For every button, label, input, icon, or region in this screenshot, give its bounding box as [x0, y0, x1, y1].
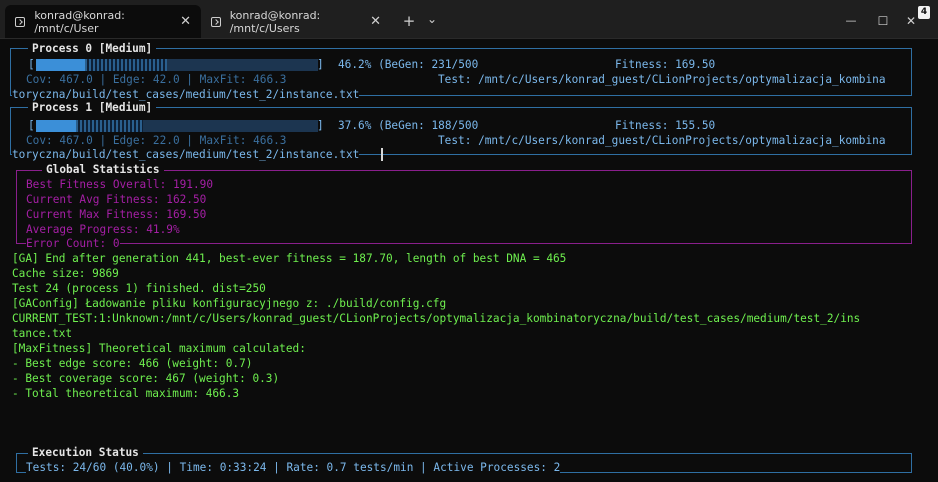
process-0-fitness: Fitness: 169.50	[615, 58, 716, 71]
progress-fill	[38, 120, 76, 132]
text-cursor	[381, 148, 383, 161]
process-1-fitness: Fitness: 155.50	[615, 119, 716, 132]
bar-open: [	[28, 58, 35, 71]
process-0-test-path-cont: toryczna/build/test_cases/medium/test_2/…	[12, 87, 360, 102]
maximize-button[interactable]: ☐	[868, 8, 898, 34]
bar-close: ]	[317, 119, 324, 132]
notification-badge: 4	[918, 6, 930, 19]
log-line: [GA] End after generation 441, best-ever…	[12, 252, 567, 265]
new-tab-button[interactable]: +	[398, 8, 420, 34]
progress-remaining	[75, 120, 144, 132]
title-bar: konrad@konrad: /mnt/c/User ✕ konrad@konr…	[0, 0, 938, 39]
stat-avg-progress: Average Progress: 41.9%	[26, 223, 180, 236]
log-line: - Best edge score: 466 (weight: 0.7)	[12, 357, 253, 370]
close-tab-icon[interactable]: ✕	[180, 14, 191, 29]
log-line: CURRENT_TEST:1:Unknown:/mnt/c/Users/konr…	[12, 312, 861, 325]
terminal-content[interactable]: Process 0 [Medium] [ ] 46.2% (BeGen: 231…	[0, 38, 938, 482]
terminal-icon	[15, 16, 26, 27]
process-1-test-path-cont: toryczna/build/test_cases/medium/test_2/…	[12, 147, 360, 162]
bar-open: [	[28, 119, 35, 132]
process-0-progress-bar	[36, 59, 318, 71]
tab-terminal-1[interactable]: konrad@konrad: /mnt/c/User ✕	[5, 5, 201, 38]
progress-remaining	[84, 59, 168, 71]
process-1-test-path: Test: /mnt/c/Users/konrad_guest/CLionPro…	[438, 134, 886, 147]
log-line: Cache size: 9869	[12, 267, 119, 280]
tab-title: konrad@konrad: /mnt/c/User	[34, 8, 125, 35]
log-line: [GAConfig] Ładowanie pliku konfiguracyjn…	[12, 297, 447, 310]
stat-avg-fitness: Current Avg Fitness: 162.50	[26, 193, 207, 206]
log-line: Test 24 (process 1) finished. dist=250	[12, 282, 266, 295]
process-1-progress-bar	[36, 120, 318, 132]
process-0-progress-text: 46.2% (BeGen: 231/500	[338, 58, 479, 71]
execution-status-line: Tests: 24/60 (40.0%) | Time: 0:33:24 | R…	[26, 460, 561, 475]
process-1-title: Process 1 [Medium]	[28, 101, 157, 114]
process-1-stats: Cov: 467.0 | Edge: 22.0 | MaxFit: 466.3	[26, 134, 287, 147]
bar-close: ]	[317, 58, 324, 71]
process-0-test-path: Test: /mnt/c/Users/konrad_guest/CLionPro…	[438, 73, 886, 86]
tab-terminal-2[interactable]: konrad@konrad: /mnt/c/Users ✕	[201, 5, 391, 38]
tab-dropdown-button[interactable]: ⌄	[422, 6, 442, 32]
log-line: - Total theoretical maximum: 466.3	[12, 387, 240, 400]
log-line: [MaxFitness] Theoretical maximum calcula…	[12, 342, 306, 355]
minimize-button[interactable]: —	[836, 8, 866, 34]
execution-status-title: Execution Status	[28, 446, 143, 459]
stat-max-fitness: Current Max Fitness: 169.50	[26, 208, 207, 221]
process-0-stats: Cov: 467.0 | Edge: 42.0 | MaxFit: 466.3	[26, 73, 287, 86]
stat-best-fitness: Best Fitness Overall: 191.90	[26, 178, 214, 191]
terminal-icon	[211, 16, 221, 27]
process-0-title: Process 0 [Medium]	[28, 42, 157, 55]
tab-title: konrad@konrad: /mnt/c/Users	[229, 8, 321, 35]
log-line: - Best coverage score: 467 (weight: 0.3)	[12, 372, 280, 385]
global-stats-title: Global Statistics	[42, 163, 164, 176]
progress-fill	[38, 59, 85, 71]
process-1-progress-text: 37.6% (BeGen: 188/500	[338, 119, 479, 132]
log-line: tance.txt	[12, 327, 73, 340]
close-tab-icon[interactable]: ✕	[370, 14, 381, 29]
stat-error-count: Error Count: 0	[26, 236, 120, 251]
